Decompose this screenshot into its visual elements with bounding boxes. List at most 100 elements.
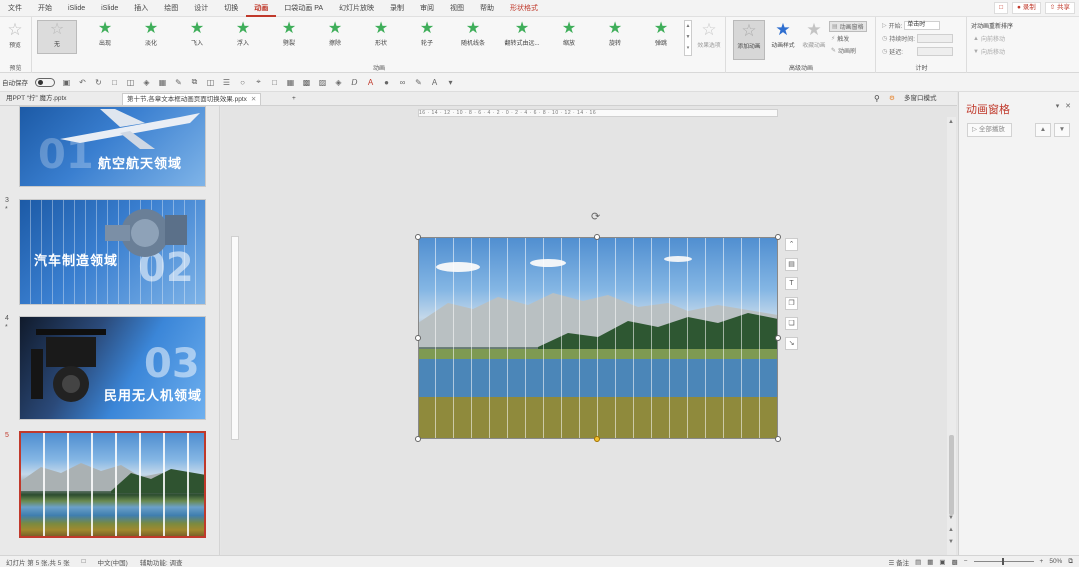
animation-painter-button[interactable]: ✎ 动画刷 <box>831 46 856 55</box>
redo-icon[interactable]: ↻ <box>94 78 103 87</box>
arrange-icon[interactable]: ◫ <box>206 78 215 87</box>
reading-view-icon[interactable]: ▣ <box>939 558 945 566</box>
close-tab-icon[interactable]: ✕ <box>251 96 256 103</box>
rectangle-icon[interactable]: □ <box>270 78 279 87</box>
tab-animations[interactable]: 动画 <box>246 0 277 17</box>
zoom-in-icon[interactable]: + <box>1040 558 1044 565</box>
prev-slide-icon[interactable]: ▲ <box>948 527 954 533</box>
delay-input[interactable] <box>916 47 953 56</box>
tab-insert[interactable]: 插入 <box>126 0 156 17</box>
slide-thumbnail-5[interactable] <box>19 431 206 538</box>
handle-bottom-left[interactable] <box>415 436 421 442</box>
group-icon[interactable]: ⧉ <box>190 77 199 87</box>
eyedropper-icon[interactable]: ✎ <box>414 78 423 87</box>
zoom-slider[interactable] <box>973 558 1034 565</box>
collect-animation-button[interactable]: ★ 收藏动画 <box>799 20 829 60</box>
animation-random-bars[interactable]: ★ 随机线条 <box>453 20 493 54</box>
slideshow-icon[interactable]: □ <box>110 78 119 87</box>
text-box-icon[interactable]: T <box>785 277 798 290</box>
handle-top-left[interactable] <box>415 234 421 240</box>
move-later-button[interactable]: ▼ 向后移动 <box>973 47 1005 57</box>
tab-draw[interactable]: 绘图 <box>156 0 186 17</box>
next-slide-icon[interactable]: ▼ <box>948 539 954 545</box>
align-icon[interactable]: ▦ <box>158 78 167 87</box>
effect-options-button[interactable]: ☆ 效果选项 <box>693 20 725 60</box>
layout-options-icon[interactable]: ▤ <box>785 258 798 271</box>
animation-fade[interactable]: ★ 淡化 <box>131 20 171 54</box>
duration-input[interactable] <box>916 34 953 43</box>
text-color-icon[interactable]: A <box>430 78 439 87</box>
animation-bounce[interactable]: ★ 弹跳 <box>641 20 681 54</box>
handle-top-right[interactable] <box>775 234 781 240</box>
crop-icon[interactable]: ⌖ <box>254 77 263 87</box>
animation-wipe[interactable]: ★ 擦除 <box>315 20 355 54</box>
preview-button[interactable]: ☆ 预览 <box>0 20 30 60</box>
comment-icon[interactable]: □ <box>994 2 1008 14</box>
notes-button[interactable]: ☰ 备注 <box>888 557 909 567</box>
slideshow-view-icon[interactable]: ▩ <box>952 558 958 566</box>
scroll-down-icon[interactable]: ▼ <box>948 515 954 521</box>
normal-view-icon[interactable]: ▤ <box>915 558 921 566</box>
move-earlier-button[interactable]: ▲ 向前移动 <box>973 34 1005 44</box>
tab-home[interactable]: 开始 <box>30 0 60 17</box>
tab-shape-format[interactable]: 形状格式 <box>502 0 546 17</box>
text-size-icon[interactable]: 𝘋 <box>350 78 359 87</box>
distribute-icon[interactable]: ☰ <box>222 78 231 87</box>
record-button[interactable]: ● 录制 <box>1012 2 1041 14</box>
pane-menu-icon[interactable]: ▾ <box>1056 103 1060 110</box>
font-color-icon[interactable]: A <box>366 78 375 87</box>
vertical-scrollbar[interactable]: ▲ ▼ ▲ ▼ <box>947 117 956 555</box>
collapse-tools-icon[interactable]: ⌃ <box>785 238 798 251</box>
save-icon[interactable]: ▣ <box>62 78 71 87</box>
fit-to-window-icon[interactable]: ⧉ <box>1068 558 1073 566</box>
slide-thumbnail-2[interactable]: 01 航空航天领域 <box>19 106 206 187</box>
doc-tab-2[interactable]: 第十节,各章文本框动画页面切换效果.pptx ✕ <box>122 93 262 105</box>
scroll-up-icon[interactable]: ▲ <box>948 119 954 125</box>
animation-flip[interactable]: ★ 翻转式由远... <box>499 20 545 54</box>
animation-pane-button[interactable]: ▤ 动画窗格 <box>829 21 867 32</box>
handle-middle-right[interactable] <box>775 335 781 341</box>
accessibility-status[interactable]: 辅助功能: 调查 <box>134 557 189 567</box>
tab-pocket-animation[interactable]: 口袋动画 PA <box>276 0 331 17</box>
new-tab-button[interactable]: + <box>288 93 300 105</box>
animation-zoom[interactable]: ★ 缩放 <box>549 20 589 54</box>
tab-review[interactable]: 审阅 <box>412 0 442 17</box>
chart-icon[interactable]: ▩ <box>302 78 311 87</box>
duplicate-icon[interactable]: ❏ <box>785 317 798 330</box>
slide-thumbnail-4[interactable]: 03 民用无人机领域 <box>19 316 206 420</box>
tab-transitions[interactable]: 切换 <box>216 0 246 17</box>
handle-bottom-middle[interactable] <box>594 436 600 442</box>
add-animation-button[interactable]: ☆ 添加动画 <box>733 20 765 60</box>
move-up-button[interactable]: ▲ <box>1035 123 1051 137</box>
slide-thumbnail-3[interactable]: 02 汽车制造领域 <box>19 199 206 305</box>
gallery-scroll[interactable]: ▲ ▼ ▾ <box>684 20 692 56</box>
handle-top-middle[interactable] <box>594 234 600 240</box>
tab-help[interactable]: 帮助 <box>472 0 502 17</box>
animation-none[interactable]: ☆ 无 <box>37 20 77 54</box>
tab-islide-2[interactable]: iSlide <box>93 0 126 17</box>
animation-split[interactable]: ★ 劈裂 <box>269 20 309 54</box>
undo-icon[interactable]: ↶ <box>78 78 87 87</box>
pane-close-icon[interactable]: ✕ <box>1065 103 1071 110</box>
search-icon[interactable]: ⚲ <box>870 93 884 105</box>
animation-float-in[interactable]: ★ 浮入 <box>223 20 263 54</box>
table-icon[interactable]: ▦ <box>286 78 295 87</box>
play-all-button[interactable]: ▷ 全部播放 <box>967 123 1012 137</box>
share-button[interactable]: ⇧ 共享 <box>1044 2 1075 14</box>
animation-fly-in[interactable]: ★ 飞入 <box>177 20 217 54</box>
new-slide-icon[interactable]: ◫ <box>126 78 135 87</box>
tab-view[interactable]: 视图 <box>442 0 472 17</box>
multi-window-button[interactable]: 多窗口模式 <box>900 93 941 105</box>
more-tools-icon[interactable]: ▾ <box>446 78 455 87</box>
animation-appear[interactable]: ★ 出现 <box>85 20 125 54</box>
crop-tool-icon[interactable]: ↘ <box>785 337 798 350</box>
handle-middle-left[interactable] <box>415 335 421 341</box>
tab-record[interactable]: 录制 <box>382 0 412 17</box>
smartart-icon[interactable]: ◈ <box>334 78 343 87</box>
scroll-thumb[interactable] <box>949 435 954 515</box>
spellcheck-icon[interactable]: □ <box>76 558 92 565</box>
link-icon[interactable]: ∞ <box>398 78 407 87</box>
start-select[interactable]: 单击时 <box>904 21 941 30</box>
animation-styles-button[interactable]: ★ 动画样式 <box>767 20 799 60</box>
move-down-button[interactable]: ▼ <box>1054 123 1070 137</box>
